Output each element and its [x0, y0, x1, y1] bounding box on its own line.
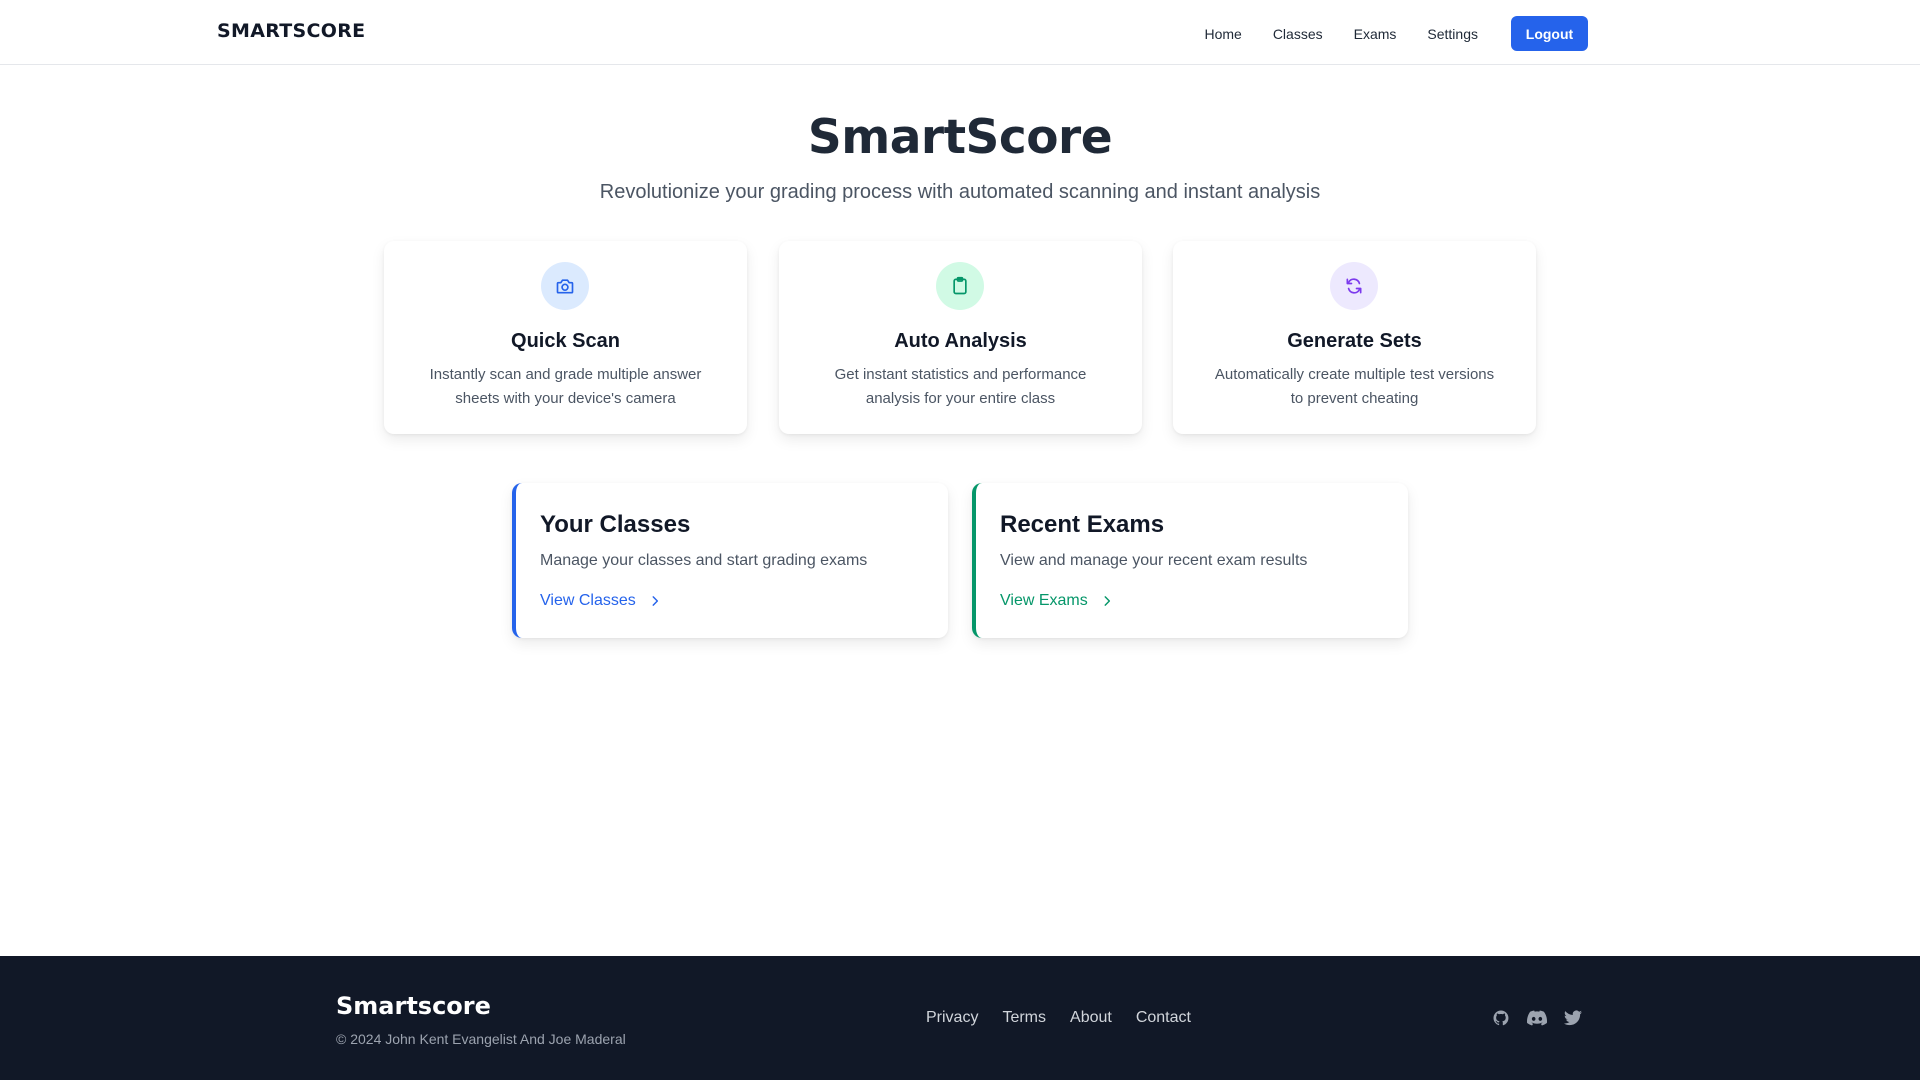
refresh-icon — [1330, 262, 1378, 310]
page-subtitle: Revolutionize your grading process with … — [599, 181, 1321, 203]
card-description: View and manage your recent exam results — [1000, 552, 1308, 569]
camera-icon — [541, 262, 589, 310]
footer-terms-link[interactable]: Terms — [1002, 1009, 1046, 1027]
footer-copyright: © 2024 John Kent Evangelist And Joe Made… — [336, 1031, 626, 1047]
footer-contact-link[interactable]: Contact — [1136, 1009, 1191, 1027]
feature-card-generate-sets: Generate Sets Automatically create multi… — [1173, 241, 1536, 434]
page: SMARTSCORE Home Classes Exams Settings L… — [0, 0, 1920, 1080]
footer-privacy-link[interactable]: Privacy — [926, 1009, 978, 1027]
nav-classes-link[interactable]: Classes — [1273, 26, 1323, 42]
nav-home-link[interactable]: Home — [1204, 26, 1241, 42]
chevron-right-icon — [648, 594, 662, 608]
nav-settings-link[interactable]: Settings — [1427, 26, 1478, 42]
twitter-icon[interactable] — [1564, 1010, 1582, 1026]
feature-card-quick-scan: Quick Scan Instantly scan and grade mult… — [384, 241, 747, 434]
footer-brand: Smartscore — [336, 992, 491, 1020]
feature-card-auto-analysis: Auto Analysis Get instant statistics and… — [779, 241, 1142, 434]
feature-title: Auto Analysis — [894, 330, 1027, 352]
social-icons — [1492, 1009, 1599, 1027]
brand-logo[interactable]: SMARTSCORE — [217, 20, 365, 42]
page-title: SmartScore — [807, 110, 1113, 165]
footer-about-link[interactable]: About — [1070, 1009, 1112, 1027]
feature-title: Generate Sets — [1287, 330, 1422, 352]
clipboard-icon — [936, 262, 984, 310]
view-classes-link[interactable]: View Classes — [540, 592, 662, 610]
chevron-right-icon — [1100, 594, 1114, 608]
feature-title: Quick Scan — [511, 330, 620, 352]
github-icon[interactable] — [1492, 1009, 1510, 1027]
link-label: View Exams — [1000, 592, 1088, 609]
link-label: View Classes — [540, 592, 636, 609]
recent-exams-card: Recent Exams View and manage your recent… — [972, 483, 1408, 638]
main-nav: Home Classes Exams Settings Logout — [1204, 16, 1588, 51]
feature-description: Automatically create multiple test versi… — [1214, 366, 1495, 407]
footer-links: Privacy Terms About Contact — [926, 1009, 1215, 1027]
discord-icon[interactable] — [1527, 1010, 1547, 1026]
card-description: Manage your classes and start grading ex… — [540, 552, 868, 569]
footer: Smartscore © 2024 John Kent Evangelist A… — [0, 956, 1920, 1080]
card-title: Your Classes — [540, 511, 691, 538]
top-navbar: SMARTSCORE Home Classes Exams Settings L… — [0, 0, 1920, 65]
card-title: Recent Exams — [1000, 511, 1165, 538]
feature-description: Instantly scan and grade multiple answer… — [429, 366, 702, 407]
your-classes-card: Your Classes Manage your classes and sta… — [512, 483, 948, 638]
nav-exams-link[interactable]: Exams — [1354, 26, 1397, 42]
logout-button[interactable]: Logout — [1511, 16, 1588, 51]
feature-description: Get instant statistics and performance an… — [834, 366, 1087, 407]
view-exams-link[interactable]: View Exams — [1000, 592, 1114, 610]
